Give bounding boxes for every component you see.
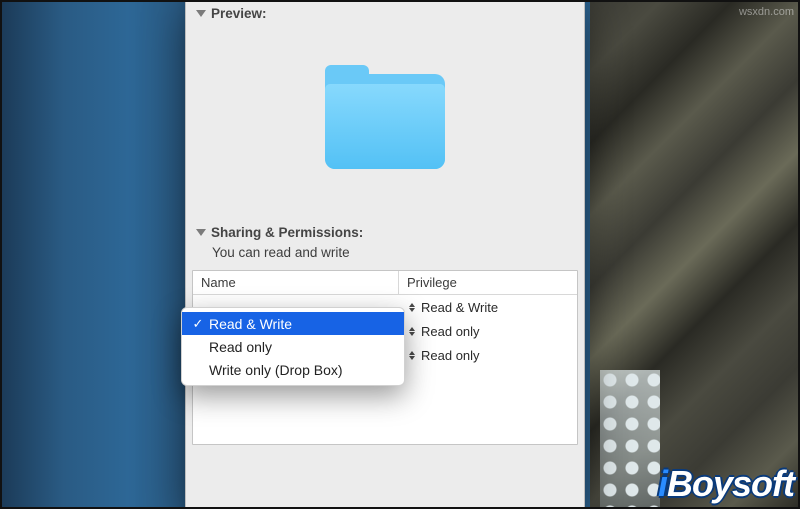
watermark-logo: iBoysoft: [658, 463, 794, 505]
privilege-dropdown-menu[interactable]: ✓ Read & Write ✓ Read only ✓ Write only …: [181, 307, 405, 386]
preview-content: [186, 24, 584, 219]
menu-item-read-write[interactable]: ✓ Read & Write: [182, 312, 404, 335]
desktop-background: Preview: Sharing & Permissions: You can …: [0, 0, 800, 509]
menu-item-write-only[interactable]: ✓ Write only (Drop Box): [182, 358, 404, 381]
column-header-privilege[interactable]: Privilege: [399, 271, 577, 294]
sharing-permissions-section-header[interactable]: Sharing & Permissions:: [186, 219, 584, 243]
watermark-main: Boysoft: [667, 463, 794, 504]
privilege-cell[interactable]: Read & Write: [399, 295, 577, 319]
permissions-status-text: You can read and write: [186, 243, 584, 270]
get-info-window: Preview: Sharing & Permissions: You can …: [185, 0, 585, 509]
folder-icon[interactable]: [325, 74, 445, 169]
stepper-icon[interactable]: [407, 324, 417, 338]
stepper-icon[interactable]: [407, 348, 417, 362]
preview-section-header[interactable]: Preview:: [186, 0, 584, 24]
desktop-background-waves: [600, 370, 660, 509]
menu-item-label: Write only (Drop Box): [209, 362, 343, 378]
permissions-table-header: Name Privilege: [193, 271, 577, 295]
privilege-cell[interactable]: Read only: [399, 343, 577, 367]
privilege-value: Read & Write: [421, 300, 498, 315]
privilege-cells: Read & Write Read only Read only: [399, 295, 577, 367]
menu-item-label: Read only: [209, 339, 272, 355]
preview-section-label: Preview:: [211, 6, 267, 21]
checkmark-icon: ✓: [192, 316, 204, 332]
column-header-name[interactable]: Name: [193, 271, 399, 294]
watermark-small: wsxdn.com: [739, 6, 794, 18]
disclosure-triangle-icon[interactable]: [196, 229, 206, 236]
disclosure-triangle-icon[interactable]: [196, 10, 206, 17]
watermark-prefix: i: [658, 463, 667, 504]
menu-item-label: Read & Write: [209, 316, 292, 332]
privilege-value: Read only: [421, 348, 480, 363]
stepper-icon[interactable]: [407, 300, 417, 314]
privilege-value: Read only: [421, 324, 480, 339]
sharing-permissions-label: Sharing & Permissions:: [211, 225, 363, 240]
menu-item-read-only[interactable]: ✓ Read only: [182, 335, 404, 358]
privilege-cell[interactable]: Read only: [399, 319, 577, 343]
